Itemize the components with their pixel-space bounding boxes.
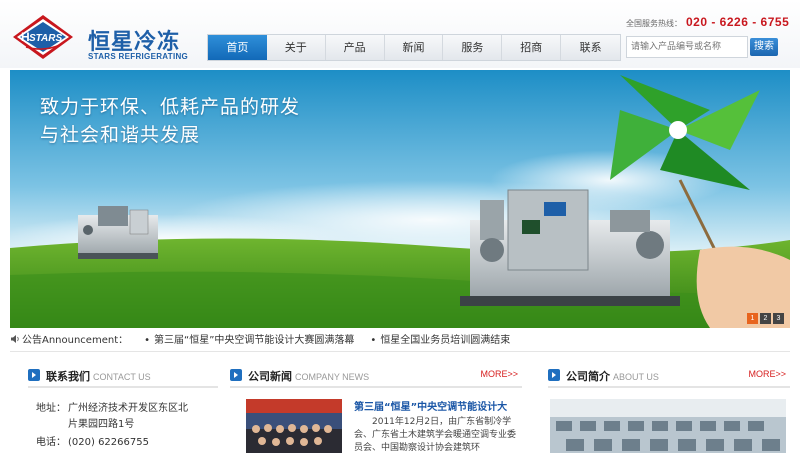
- banner-slogan-line2: 与社会和谐共发展: [40, 124, 201, 146]
- slide-dot-1[interactable]: 1: [747, 313, 758, 324]
- about-header: 公司简介 ABOUT US MORE>>: [548, 362, 790, 388]
- announcement-label: 公告Announcement：: [22, 335, 129, 346]
- nav-item-about[interactable]: 关于: [267, 35, 326, 60]
- slide-dot-3[interactable]: 3: [773, 313, 784, 324]
- main-nav: 首页 关于 产品 新闻 服务 招商 联系: [207, 34, 621, 61]
- logo-text: STARS: [29, 33, 62, 44]
- phone-label: 电话：: [36, 437, 66, 448]
- slide-dot-2[interactable]: 2: [760, 313, 771, 324]
- nav-item-service[interactable]: 服务: [443, 35, 503, 60]
- contact-section: 联系我们 CONTACT US 地址： 广州经济技术开发区东区北 片果园四路1号 …: [28, 362, 218, 448]
- service-hotline: 全国服务热线： 020 - 6226 - 6755: [626, 15, 789, 29]
- company-news-section: 公司新闻 COMPANY NEWS MORE>> 第三届“恒星”中央空调节能设计大…: [230, 362, 522, 453]
- news-more-link[interactable]: MORE>>: [480, 369, 518, 379]
- search-input[interactable]: [626, 36, 748, 58]
- nav-item-home[interactable]: 首页: [208, 35, 267, 60]
- brand-name-en: STARS REFRIGERATING: [88, 52, 189, 61]
- address-line1: 广州经济技术开发区东区北: [68, 403, 188, 414]
- address-line2: 片果园四路1号: [68, 419, 135, 430]
- address-label: 地址：: [36, 403, 66, 414]
- news-headline[interactable]: 第三届“恒星”中央空调节能设计大: [354, 398, 507, 413]
- slide-indicator: 1 2 3: [747, 313, 784, 324]
- about-more-link[interactable]: MORE>>: [748, 369, 786, 379]
- contact-title: 联系我们 CONTACT US: [46, 370, 151, 383]
- nav-item-news[interactable]: 新闻: [385, 35, 444, 60]
- section-bullet-icon: [548, 369, 560, 381]
- news-thumbnail-image[interactable]: [246, 399, 342, 453]
- phone-value: (020) 62266755: [68, 437, 149, 448]
- nav-item-investment[interactable]: 招商: [502, 35, 562, 60]
- about-title: 公司简介 ABOUT US: [566, 370, 659, 383]
- search-button[interactable]: 搜索: [750, 38, 778, 56]
- hotline-number: 020 - 6226 - 6755: [686, 15, 790, 29]
- speaker-icon: [11, 335, 19, 343]
- announcement-item[interactable]: 恒星全国业务员培训圆满结束: [370, 335, 510, 346]
- announcement-bar: 公告Announcement： 第三届“恒星”中央空调节能设计大赛圆满落幕 恒星全国…: [10, 330, 790, 352]
- stars-logo-icon[interactable]: H STARS: [12, 14, 74, 60]
- hotline-label: 全国服务热线：: [626, 19, 682, 28]
- office-photo-image[interactable]: [550, 399, 786, 453]
- news-header: 公司新闻 COMPANY NEWS MORE>>: [230, 362, 522, 388]
- site-header: H STARS 恒星冷冻 STARS REFRIGERATING 全国服务热线：…: [0, 0, 800, 68]
- news-title: 公司新闻 COMPANY NEWS: [248, 370, 370, 383]
- contact-header: 联系我们 CONTACT US: [28, 362, 218, 388]
- hero-banner[interactable]: 致力于环保、低耗产品的研发 与社会和谐共发展 1 2 3: [10, 70, 790, 328]
- section-bullet-icon: [28, 369, 40, 381]
- about-us-section: 公司简介 ABOUT US MORE>>: [548, 362, 790, 453]
- announcement-item[interactable]: 第三届“恒星”中央空调节能设计大赛圆满落幕: [144, 335, 354, 346]
- news-summary: 2011年12月2日，由广东省制冷学会、广东省土木建筑学会暖通空调专业委员会、中…: [354, 417, 517, 453]
- section-bullet-icon: [230, 369, 242, 381]
- nav-item-products[interactable]: 产品: [326, 35, 385, 60]
- banner-slogan-line1: 致力于环保、低耗产品的研发: [40, 96, 301, 118]
- nav-item-contact[interactable]: 联系: [561, 35, 620, 60]
